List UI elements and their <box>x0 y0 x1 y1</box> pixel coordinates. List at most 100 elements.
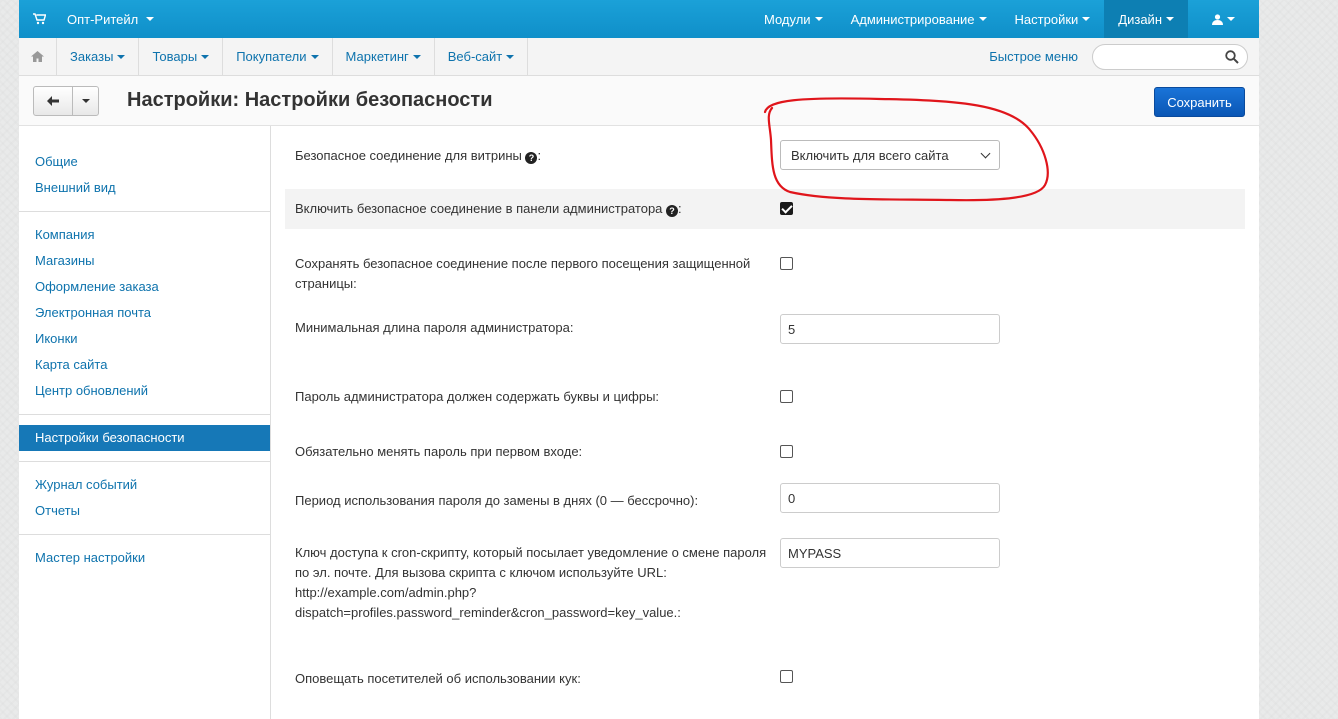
cart-icon[interactable] <box>19 0 59 38</box>
sidebar-item-upgrade-center[interactable]: Центр обновлений <box>19 378 270 404</box>
chevron-down-icon <box>1227 17 1235 21</box>
nav-orders[interactable]: Заказы <box>57 38 140 75</box>
setting-control: Включить для всего сайта <box>780 140 1245 189</box>
top-navbar: Опт-Ритейл Модули Администрирование Наст… <box>19 0 1259 38</box>
select-value: Включить для всего сайта <box>791 147 949 163</box>
page-header: Настройки: Настройки безопасности Сохран… <box>19 76 1259 126</box>
setting-label: Ключ доступа к cron-скрипту, который пос… <box>285 538 780 656</box>
save-button[interactable]: Сохранить <box>1154 87 1245 117</box>
store-name: Опт-Ритейл <box>67 11 139 27</box>
sidebar-group: Журнал событий Отчеты <box>19 461 270 524</box>
nav-customers[interactable]: Покупатели <box>223 38 333 75</box>
nav-products[interactable]: Товары <box>139 38 224 75</box>
search-input[interactable] <box>1092 43 1248 70</box>
sidebar-group: Настройки безопасности <box>19 414 270 451</box>
sidebar-item-general[interactable]: Общие <box>19 149 270 175</box>
setting-row-secure-storefront: Безопасное соединение для витрины ?: Вкл… <box>285 126 1245 189</box>
setting-label: Пароль администратора должен содержать б… <box>295 389 660 404</box>
sidebar-item-security[interactable]: Настройки безопасности <box>19 425 270 451</box>
nav-label: Дизайн <box>1118 11 1162 27</box>
user-icon <box>1212 13 1223 25</box>
setting-label: Обязательно менять пароль при первом вхо… <box>295 444 583 459</box>
setting-row-cron-key: Ключ доступа к cron-скрипту, который пос… <box>285 534 1245 656</box>
nav-administration[interactable]: Администрирование <box>837 0 1001 38</box>
chevron-down-icon <box>1166 17 1174 21</box>
chevron-down-icon <box>978 17 987 21</box>
label-line: dispatch=profiles.password_reminder&cron… <box>295 605 681 620</box>
label-text: Включить безопасное соединение в панели … <box>295 201 663 216</box>
label-line: http://example.com/admin.php? <box>295 585 477 600</box>
help-icon[interactable]: ? <box>525 152 538 164</box>
admin-panel: Опт-Ритейл Модули Администрирование Наст… <box>19 0 1259 719</box>
nav-label: Маркетинг <box>345 49 409 64</box>
nav-label: Модули <box>764 11 811 27</box>
search-icon <box>1225 49 1239 64</box>
password-letters-digits-checkbox[interactable] <box>780 390 793 403</box>
sidebar-group: Компания Магазины Оформление заказа Элек… <box>19 211 270 404</box>
help-icon[interactable]: ? <box>666 205 679 217</box>
nav-label: Заказы <box>70 49 114 64</box>
sidebar-item-setup-wizard[interactable]: Мастер настройки <box>19 545 270 571</box>
chevron-down-icon <box>146 17 155 21</box>
setting-row-change-password-first-login: Обязательно менять пароль при первом вхо… <box>285 424 1245 479</box>
cookie-notice-checkbox[interactable] <box>780 670 793 683</box>
chevron-down-icon <box>117 54 126 59</box>
home-icon[interactable] <box>19 38 57 75</box>
change-password-checkbox[interactable] <box>780 445 793 458</box>
setting-label: Включить безопасное соединение в панели … <box>295 201 682 217</box>
secure-storefront-select[interactable]: Включить для всего сайта <box>780 140 1000 170</box>
back-button[interactable] <box>34 87 72 115</box>
sidebar-item-reports[interactable]: Отчеты <box>19 498 270 524</box>
nav-modules[interactable]: Модули <box>750 0 837 38</box>
nav-website[interactable]: Веб-сайт <box>435 38 529 75</box>
setting-row-keep-secure: Сохранять безопасное соединение после пе… <box>285 229 1245 314</box>
sidebar-item-stores[interactable]: Магазины <box>19 248 270 274</box>
keep-secure-checkbox[interactable] <box>780 257 793 270</box>
setting-control <box>780 199 1245 229</box>
sidebar-group: Общие Внешний вид <box>19 149 270 201</box>
setting-row-password-period: Период использования пароля до замены в … <box>285 479 1245 534</box>
setting-control <box>780 438 1245 479</box>
setting-label: Период использования пароля до замены в … <box>295 493 699 508</box>
nav-settings[interactable]: Настройки <box>1001 0 1105 38</box>
setting-row-password-letters-digits: Пароль администратора должен содержать б… <box>285 369 1245 424</box>
setting-label: Минимальная длина пароля администратора: <box>295 320 574 335</box>
setting-label: Оповещать посетителей об использовании к… <box>295 671 581 686</box>
setting-label: Сохранять безопасное соединение после пе… <box>295 256 751 291</box>
password-period-input[interactable]: 0 <box>780 483 1000 513</box>
nav-marketing[interactable]: Маркетинг <box>333 38 435 75</box>
sidebar-item-appearance[interactable]: Внешний вид <box>19 175 270 201</box>
chevron-down-icon <box>1082 17 1091 21</box>
setting-label: Безопасное соединение для витрины ?: <box>295 148 542 164</box>
back-dropdown-button[interactable] <box>72 86 98 115</box>
settings-form: Безопасное соединение для витрины ?: Вкл… <box>271 126 1259 719</box>
quick-menu-link[interactable]: Быстрое меню <box>989 38 1092 75</box>
sidebar-item-logs[interactable]: Журнал событий <box>19 472 270 498</box>
sidebar-item-company[interactable]: Компания <box>19 222 270 248</box>
user-menu[interactable] <box>1188 0 1259 38</box>
nav-label: Настройки <box>1014 11 1079 27</box>
settings-sidebar: Общие Внешний вид Компания Магазины Офор… <box>19 126 271 719</box>
setting-control <box>780 383 1245 424</box>
secure-admin-checkbox[interactable] <box>780 202 793 215</box>
store-switcher[interactable]: Опт-Ритейл <box>59 0 155 38</box>
sidebar-item-icons[interactable]: Иконки <box>19 326 270 352</box>
label-line: по эл. почте. Для вызова скрипта с ключо… <box>295 565 667 580</box>
section-navbar: Заказы Товары Покупатели Маркетинг Веб-с… <box>19 38 1259 76</box>
setting-control <box>780 669 1245 696</box>
sidebar-item-checkout[interactable]: Оформление заказа <box>19 274 270 300</box>
sidebar-group: Мастер настройки <box>19 534 270 571</box>
sidebar-item-email[interactable]: Электронная почта <box>19 300 270 326</box>
cron-key-input[interactable]: MYPASS <box>780 538 1000 568</box>
label-text: Безопасное соединение для витрины <box>295 148 522 163</box>
setting-row-min-password-length: Минимальная длина пароля администратора:… <box>285 314 1245 369</box>
setting-row-secure-admin: Включить безопасное соединение в панели … <box>285 189 1245 229</box>
sidebar-item-sitemap[interactable]: Карта сайта <box>19 352 270 378</box>
page-title: Настройки: Настройки безопасности <box>127 89 493 111</box>
nav-label: Покупатели <box>236 49 307 64</box>
min-password-length-input[interactable]: 5 <box>780 314 1000 344</box>
chevron-down-icon <box>980 148 991 158</box>
nav-design[interactable]: Дизайн <box>1104 0 1188 38</box>
label-line: Ключ доступа к cron-скрипту, который пос… <box>295 545 767 560</box>
setting-control: MYPASS <box>780 538 1245 656</box>
